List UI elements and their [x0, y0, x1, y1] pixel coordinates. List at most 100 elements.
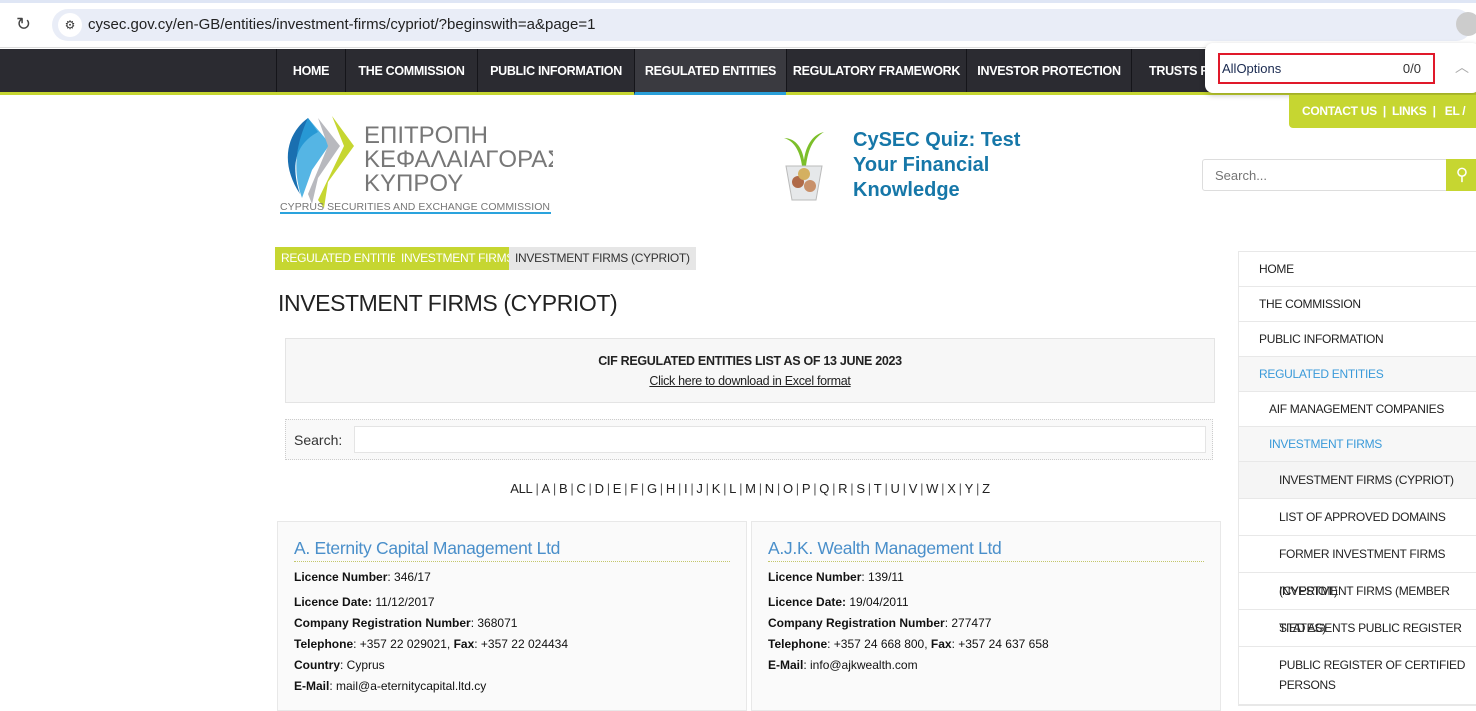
letter-filter-v[interactable]: V — [909, 481, 918, 496]
separator: | — [776, 481, 780, 496]
telephone: +357 22 029021 — [359, 637, 447, 651]
letter-filter-p[interactable]: P — [802, 481, 811, 496]
letter-filter-w[interactable]: W — [926, 481, 938, 496]
company-reg: 277477 — [951, 616, 992, 630]
label: Telephone — [294, 637, 354, 651]
extension-icon[interactable] — [1456, 12, 1476, 36]
letter-filter-l[interactable]: L — [729, 481, 736, 496]
site-settings-icon[interactable]: ⚙ — [58, 13, 82, 37]
sidebar-item-public-information[interactable]: PUBLIC INFORMATION — [1239, 322, 1476, 357]
nav-investor-protection[interactable]: INVESTOR PROTECTION — [966, 49, 1131, 92]
letter-filter-d[interactable]: D — [595, 481, 604, 496]
sidebar-item-investment-firms[interactable]: INVESTMENT FIRMS — [1239, 427, 1476, 462]
firm-name-link[interactable]: A.J.K. Wealth Management Ltd — [768, 538, 1204, 562]
telephone: +357 24 668 800 — [833, 637, 925, 651]
separator: | — [588, 481, 592, 496]
separator: | — [813, 481, 817, 496]
find-count: 0/0 — [1402, 61, 1421, 76]
reload-icon[interactable]: ↻ — [16, 14, 31, 35]
nav-the-commission[interactable]: THE COMMISSION — [345, 49, 477, 92]
svg-text:CYPRUS SECURITIES AND EXCHANGE: CYPRUS SECURITIES AND EXCHANGE COMMISSIO… — [280, 201, 550, 213]
separator: | — [535, 481, 539, 496]
label: Company Registration Number — [294, 616, 471, 630]
label: Company Registration Number — [768, 616, 945, 630]
find-query: AllOptions — [1222, 61, 1282, 76]
letter-filter-z[interactable]: Z — [982, 481, 990, 496]
filter-box: Search: — [285, 419, 1213, 460]
letter-filter-all[interactable]: ALL — [510, 481, 533, 496]
sidebar-item-the-commission[interactable]: THE COMMISSION — [1239, 287, 1476, 322]
contact-us-link[interactable]: CONTACT US — [1302, 104, 1377, 118]
email[interactable]: info@ajkwealth.com — [810, 658, 918, 672]
breadcrumb-regulated-entities[interactable]: REGULATED ENTITIES — [275, 247, 412, 270]
nav-public-information[interactable]: PUBLIC INFORMATION — [477, 49, 634, 92]
letter-filter-c[interactable]: C — [576, 481, 585, 496]
breadcrumb-investment-firms[interactable]: INVESTMENT FIRMS — [395, 247, 520, 270]
letter-filter-u[interactable]: U — [891, 481, 900, 496]
sidebar-item-member-states[interactable]: INVESTMENT FIRMS (MEMBER STATES) — [1239, 573, 1476, 635]
sidebar-item-investment-firms-cypriot[interactable]: INVESTMENT FIRMS (CYPRIOT) — [1239, 462, 1476, 499]
letter-filter-o[interactable]: O — [783, 481, 793, 496]
separator: | — [958, 481, 962, 496]
letter-filter-j[interactable]: J — [696, 481, 703, 496]
browser-toolbar: ↻ ⚙ cysec.gov.cy/en-GB/entities/investme… — [0, 0, 1476, 48]
label: Telephone — [768, 637, 828, 651]
sidebar-item-aif-management[interactable]: AIF MANAGEMENT COMPANIES — [1239, 392, 1476, 427]
letter-filter-m[interactable]: M — [745, 481, 756, 496]
filter-search-input[interactable] — [354, 426, 1206, 453]
letter-filter-a[interactable]: A — [542, 481, 551, 496]
sidebar-menu: HOME THE COMMISSION PUBLIC INFORMATION R… — [1238, 251, 1476, 706]
separator: | — [690, 481, 694, 496]
separator: | — [884, 481, 888, 496]
label: Licence Number — [294, 570, 388, 584]
find-input[interactable]: AllOptions 0/0 — [1218, 53, 1435, 84]
separator: | — [902, 481, 906, 496]
url-text[interactable]: cysec.gov.cy/en-GB/entities/investment-f… — [88, 16, 595, 33]
cysec-logo[interactable]: ΕΠΙΤΡΟΠΗ ΚΕΦΑΛΑΙΑΓΟΡΑΣ ΚΥΠΡΟΥ CYPRUS SEC… — [278, 114, 562, 219]
letter-filter-t[interactable]: T — [874, 481, 882, 496]
letter-filter-e[interactable]: E — [613, 481, 622, 496]
label: Fax — [930, 637, 952, 651]
nav-regulatory-framework[interactable]: REGULATORY FRAMEWORK — [786, 49, 966, 92]
letter-filter-x[interactable]: X — [947, 481, 956, 496]
sidebar-item-home[interactable]: HOME — [1239, 252, 1476, 287]
nav-regulated-entities[interactable]: REGULATED ENTITIES — [634, 49, 786, 95]
chevron-up-icon[interactable]: ︿ — [1455, 57, 1469, 77]
letter-filter-s[interactable]: S — [856, 481, 865, 496]
quiz-banner-image[interactable] — [780, 126, 828, 207]
email[interactable]: mail@a-eternitycapital.ltd.cy — [336, 679, 486, 693]
sidebar-item-certified-persons[interactable]: PUBLIC REGISTER OF CERTIFIED PERSONS — [1239, 647, 1476, 705]
download-excel-link[interactable]: Click here to download in Excel format — [286, 374, 1214, 388]
label: E-Mail — [768, 658, 804, 672]
links-link[interactable]: LINKS — [1392, 104, 1427, 118]
sidebar-item-approved-domains[interactable]: LIST OF APPROVED DOMAINS — [1239, 499, 1476, 536]
letter-filter-g[interactable]: G — [647, 481, 657, 496]
letter-filter-h[interactable]: H — [666, 481, 675, 496]
letter-filter-n[interactable]: N — [765, 481, 774, 496]
sidebar-item-former-firms[interactable]: FORMER INVESTMENT FIRMS (CYPRIOT) — [1239, 536, 1476, 598]
letter-filter-y[interactable]: Y — [965, 481, 974, 496]
breadcrumb-current: INVESTMENT FIRMS (CYPRIOT) — [509, 247, 696, 270]
separator: | — [832, 481, 836, 496]
label: Country — [294, 658, 340, 672]
letter-filter-q[interactable]: Q — [819, 481, 829, 496]
separator: | — [976, 481, 980, 496]
search-icon[interactable]: ⚲ — [1446, 159, 1476, 191]
separator: | — [570, 481, 574, 496]
firm-name-link[interactable]: A. Eternity Capital Management Ltd — [294, 538, 730, 562]
letter-filter-r[interactable]: R — [838, 481, 847, 496]
letter-filter-f[interactable]: F — [630, 481, 638, 496]
quiz-banner-text[interactable]: CySEC Quiz: Test Your Financial Knowledg… — [853, 128, 1053, 203]
letter-filter-i[interactable]: I — [684, 481, 688, 496]
sidebar-item-tied-agents[interactable]: TIED AGENTS PUBLIC REGISTER — [1239, 610, 1476, 647]
nav-home[interactable]: HOME — [276, 49, 345, 92]
separator: | — [795, 481, 799, 496]
sidebar-item-regulated-entities[interactable]: REGULATED ENTITIES — [1239, 357, 1476, 392]
separator: | — [850, 481, 854, 496]
letter-filter-k[interactable]: K — [712, 481, 721, 496]
country: Cyprus — [346, 658, 385, 672]
letter-filter-b[interactable]: B — [559, 481, 568, 496]
site-search-input[interactable] — [1202, 159, 1447, 191]
label: E-Mail — [294, 679, 330, 693]
firm-card: A.J.K. Wealth Management Ltd Licence Num… — [751, 521, 1221, 711]
